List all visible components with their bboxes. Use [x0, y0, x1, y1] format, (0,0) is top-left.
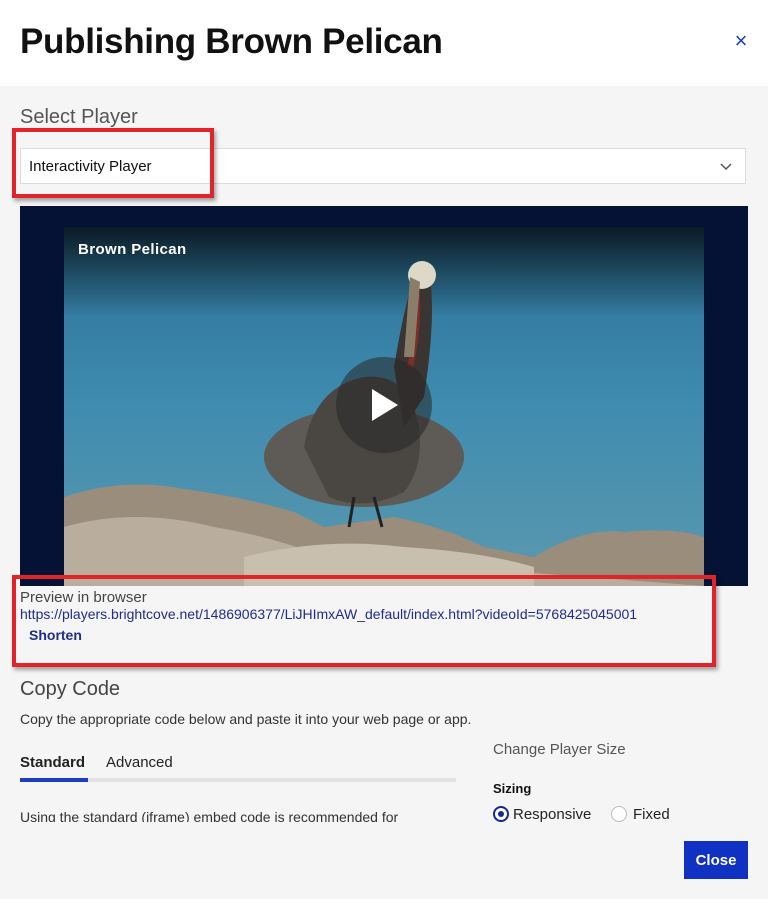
copy-code-title: Copy Code	[20, 678, 121, 700]
select-player-label: Select Player	[20, 106, 138, 128]
annotation-box-player-select	[12, 128, 214, 198]
tab-advanced[interactable]: Advanced	[106, 754, 173, 781]
radio-responsive[interactable]	[493, 806, 509, 822]
standard-embed-text: Using the standard (iframe) embed code i…	[20, 812, 399, 822]
close-icon[interactable]: ×	[730, 30, 752, 52]
annotation-box-preview	[12, 575, 716, 667]
play-button[interactable]	[336, 357, 432, 453]
chevron-down-icon	[720, 163, 732, 171]
change-player-size-title: Change Player Size	[493, 741, 626, 758]
radio-responsive-label[interactable]: Responsive	[513, 806, 591, 823]
modal-header: Publishing Brown Pelican ×	[0, 0, 768, 86]
radio-fixed-label[interactable]: Fixed	[633, 806, 670, 823]
close-button[interactable]: Close	[684, 841, 748, 879]
play-icon	[372, 389, 398, 421]
active-tab-indicator	[20, 778, 88, 782]
code-tabs: Standard Advanced	[20, 748, 456, 782]
standard-embed-description: Using the standard (iframe) embed code i…	[20, 812, 398, 822]
tab-standard[interactable]: Standard	[20, 754, 85, 781]
copy-code-description: Copy the appropriate code below and past…	[20, 711, 472, 727]
video-frame[interactable]: Brown Pelican	[64, 227, 704, 586]
video-player[interactable]: Brown Pelican	[20, 206, 748, 586]
radio-fixed[interactable]	[611, 806, 627, 822]
sizing-label: Sizing	[493, 781, 532, 796]
video-title: Brown Pelican	[78, 241, 187, 258]
page-title: Publishing Brown Pelican	[20, 22, 443, 61]
